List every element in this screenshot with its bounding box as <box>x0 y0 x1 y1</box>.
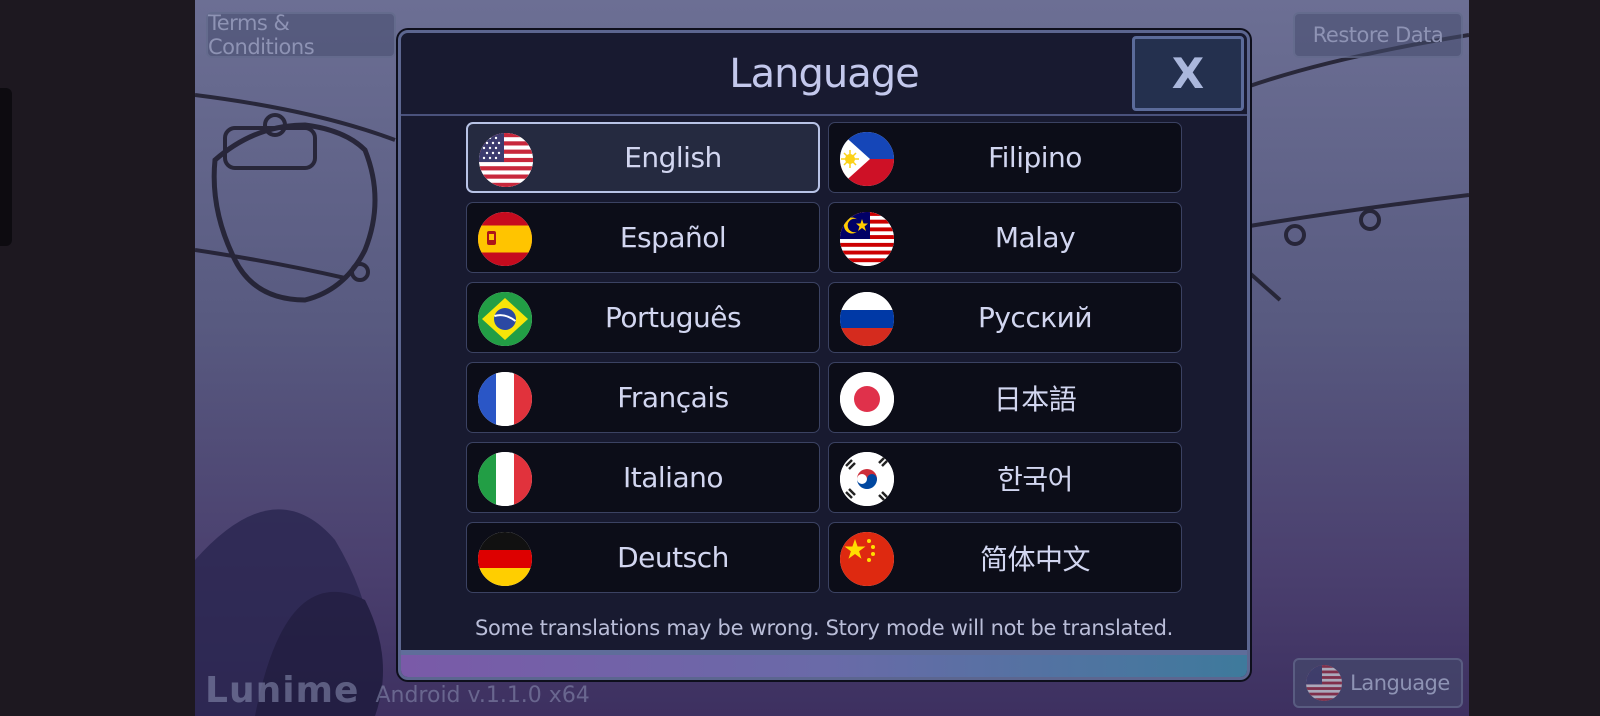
language-dialog: Language X English Filipino Español Mala… <box>398 30 1250 680</box>
philippines-flag-icon <box>840 132 894 186</box>
language-option-portugues[interactable]: Português <box>466 282 820 353</box>
korea-flag-icon <box>840 452 894 506</box>
language-label: Français <box>617 381 729 414</box>
brand-name: Lunime <box>205 669 360 711</box>
dialog-bottom-bar <box>401 650 1247 677</box>
device-edge <box>0 88 12 246</box>
malaysia-flag-icon <box>840 212 894 266</box>
language-option-chinese[interactable]: 简体中文 <box>828 522 1182 593</box>
language-option-italiano[interactable]: Italiano <box>466 442 820 513</box>
language-option-espanol[interactable]: Español <box>466 202 820 273</box>
language-option-korean[interactable]: 한국어 <box>828 442 1182 513</box>
china-flag-icon <box>840 532 894 586</box>
dialog-header: Language X <box>401 33 1247 116</box>
language-label: Italiano <box>623 461 724 494</box>
version-text: Android v.1.1.0 x64 <box>375 682 590 708</box>
us-flag-icon <box>1306 665 1343 701</box>
language-button-label: Language <box>1350 671 1450 695</box>
france-flag-icon <box>478 372 532 426</box>
language-label: Русский <box>977 301 1093 334</box>
language-label: Español <box>619 221 727 254</box>
brazil-flag-icon <box>478 292 532 346</box>
language-label: Português <box>604 301 742 334</box>
close-icon: X <box>1171 49 1205 98</box>
language-option-deutsch[interactable]: Deutsch <box>466 522 820 593</box>
germany-flag-icon <box>478 532 532 586</box>
language-option-japanese[interactable]: 日本語 <box>828 362 1182 433</box>
terms-and-conditions-button[interactable]: Terms & Conditions <box>206 11 396 59</box>
language-grid: English Filipino Español Malay Português… <box>466 122 1182 593</box>
language-label: 한국어 <box>997 462 1073 496</box>
language-label: 日本語 <box>993 382 1077 416</box>
us-flag-icon <box>479 133 533 187</box>
language-option-russian[interactable]: Русский <box>828 282 1182 353</box>
restore-data-button[interactable]: Restore Data <box>1293 12 1463 58</box>
language-option-francais[interactable]: Français <box>466 362 820 433</box>
language-label: 简体中文 <box>979 542 1091 576</box>
language-option-english[interactable]: English <box>466 122 820 193</box>
language-label: Deutsch <box>617 541 729 574</box>
spain-flag-icon <box>478 212 532 266</box>
close-button[interactable]: X <box>1132 36 1244 111</box>
russia-flag-icon <box>840 292 894 346</box>
language-label: Malay <box>994 221 1076 254</box>
translation-disclaimer: Some translations may be wrong. Story mo… <box>474 616 1174 640</box>
language-label: Filipino <box>988 141 1082 174</box>
language-button[interactable]: Language <box>1293 658 1463 708</box>
language-option-filipino[interactable]: Filipino <box>828 122 1182 193</box>
italy-flag-icon <box>478 452 532 506</box>
dialog-title: Language <box>729 50 919 97</box>
japan-flag-icon <box>840 372 894 426</box>
language-label: English <box>624 141 722 174</box>
language-option-malay[interactable]: Malay <box>828 202 1182 273</box>
